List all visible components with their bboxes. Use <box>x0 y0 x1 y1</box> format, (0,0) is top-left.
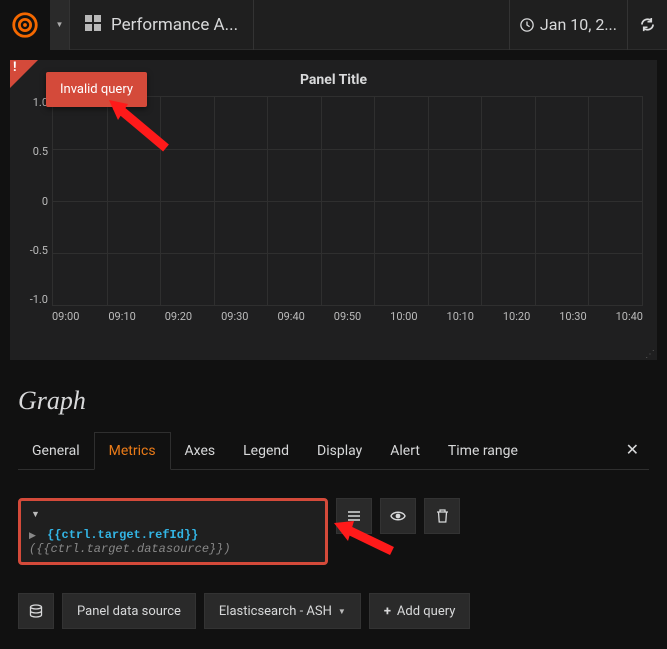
query-text: ▶ {{ctrl.target.refId}} ({{ctrl.target.d… <box>29 528 317 556</box>
chart-area: 1.0 0.5 0 -0.5 -1.0 <box>52 96 643 326</box>
query-footer: Panel data source Elasticsearch - ASH ▼ … <box>18 593 649 629</box>
editor-tabs: General Metrics Axes Legend Display Aler… <box>18 430 649 470</box>
clock-icon <box>520 18 534 32</box>
query-block: ▼ ▶ {{ctrl.target.refId}} ({{ctrl.target… <box>18 498 649 565</box>
datasource-selected: Elasticsearch - ASH <box>219 604 332 619</box>
query-row-a[interactable]: ▼ ▶ {{ctrl.target.refId}} ({{ctrl.target… <box>18 498 328 565</box>
query-refid: {{ctrl.target.refId}} <box>47 528 198 542</box>
resize-handle[interactable]: ⋰ <box>645 352 655 358</box>
close-editor-button[interactable]: ✕ <box>616 430 649 469</box>
error-tooltip: Invalid query <box>46 72 147 107</box>
datasource-select[interactable]: Elasticsearch - ASH ▼ <box>204 593 361 629</box>
graph-panel: ! Invalid query Panel Title 1.0 0.5 0 -0… <box>10 60 657 360</box>
chevron-right-icon[interactable]: ▶ <box>29 531 36 541</box>
eye-icon <box>390 508 406 524</box>
trash-icon <box>436 509 449 523</box>
tab-display[interactable]: Display <box>303 433 376 469</box>
tab-legend[interactable]: Legend <box>229 433 303 469</box>
chevron-down-icon[interactable]: ▼ <box>29 507 317 522</box>
editor-type-title: Graph <box>18 386 649 416</box>
tab-general[interactable]: General <box>18 433 94 469</box>
exclamation-icon: ! <box>13 60 17 75</box>
add-query-button[interactable]: + Add query <box>369 593 471 629</box>
query-menu-button[interactable] <box>336 498 372 534</box>
main-menu-toggle[interactable]: ▼ <box>50 0 70 50</box>
toggle-query-visibility-button[interactable] <box>380 498 416 534</box>
refresh-button[interactable] <box>627 0 667 50</box>
panel-container: ! Invalid query Panel Title 1.0 0.5 0 -0… <box>0 50 667 370</box>
panel-datasource-label: Panel data source <box>62 593 196 629</box>
grafana-logo[interactable] <box>0 0 50 50</box>
query-datasource: ({{ctrl.target.datasource}}) <box>29 542 231 556</box>
chevron-down-icon: ▼ <box>338 607 346 616</box>
dashboard-icon <box>85 15 101 35</box>
plus-icon: + <box>384 604 391 619</box>
dashboard-title-link[interactable]: Performance A... <box>70 0 254 50</box>
tab-metrics[interactable]: Metrics <box>94 432 171 470</box>
tab-time-range[interactable]: Time range <box>434 433 532 469</box>
top-navbar: ▼ Performance A... Jan 10, 2... <box>0 0 667 50</box>
tab-alert[interactable]: Alert <box>376 433 434 469</box>
datasource-icon-button[interactable] <box>18 593 54 629</box>
tab-axes[interactable]: Axes <box>171 433 230 469</box>
database-icon <box>29 604 43 618</box>
time-range-picker[interactable]: Jan 10, 2... <box>509 0 627 50</box>
dashboard-title: Performance A... <box>111 15 238 35</box>
grafana-logo-icon <box>10 10 40 40</box>
panel-editor: Graph General Metrics Axes Legend Displa… <box>0 370 667 649</box>
chart-grid <box>52 96 643 306</box>
x-axis-labels: 09:00 09:10 09:20 09:30 09:40 09:50 10:0… <box>52 310 643 323</box>
y-axis-labels: 1.0 0.5 0 -0.5 -1.0 <box>24 96 48 306</box>
hamburger-icon <box>347 509 361 523</box>
refresh-icon <box>640 17 655 32</box>
delete-query-button[interactable] <box>424 498 460 534</box>
time-range-label: Jan 10, 2... <box>540 15 617 34</box>
